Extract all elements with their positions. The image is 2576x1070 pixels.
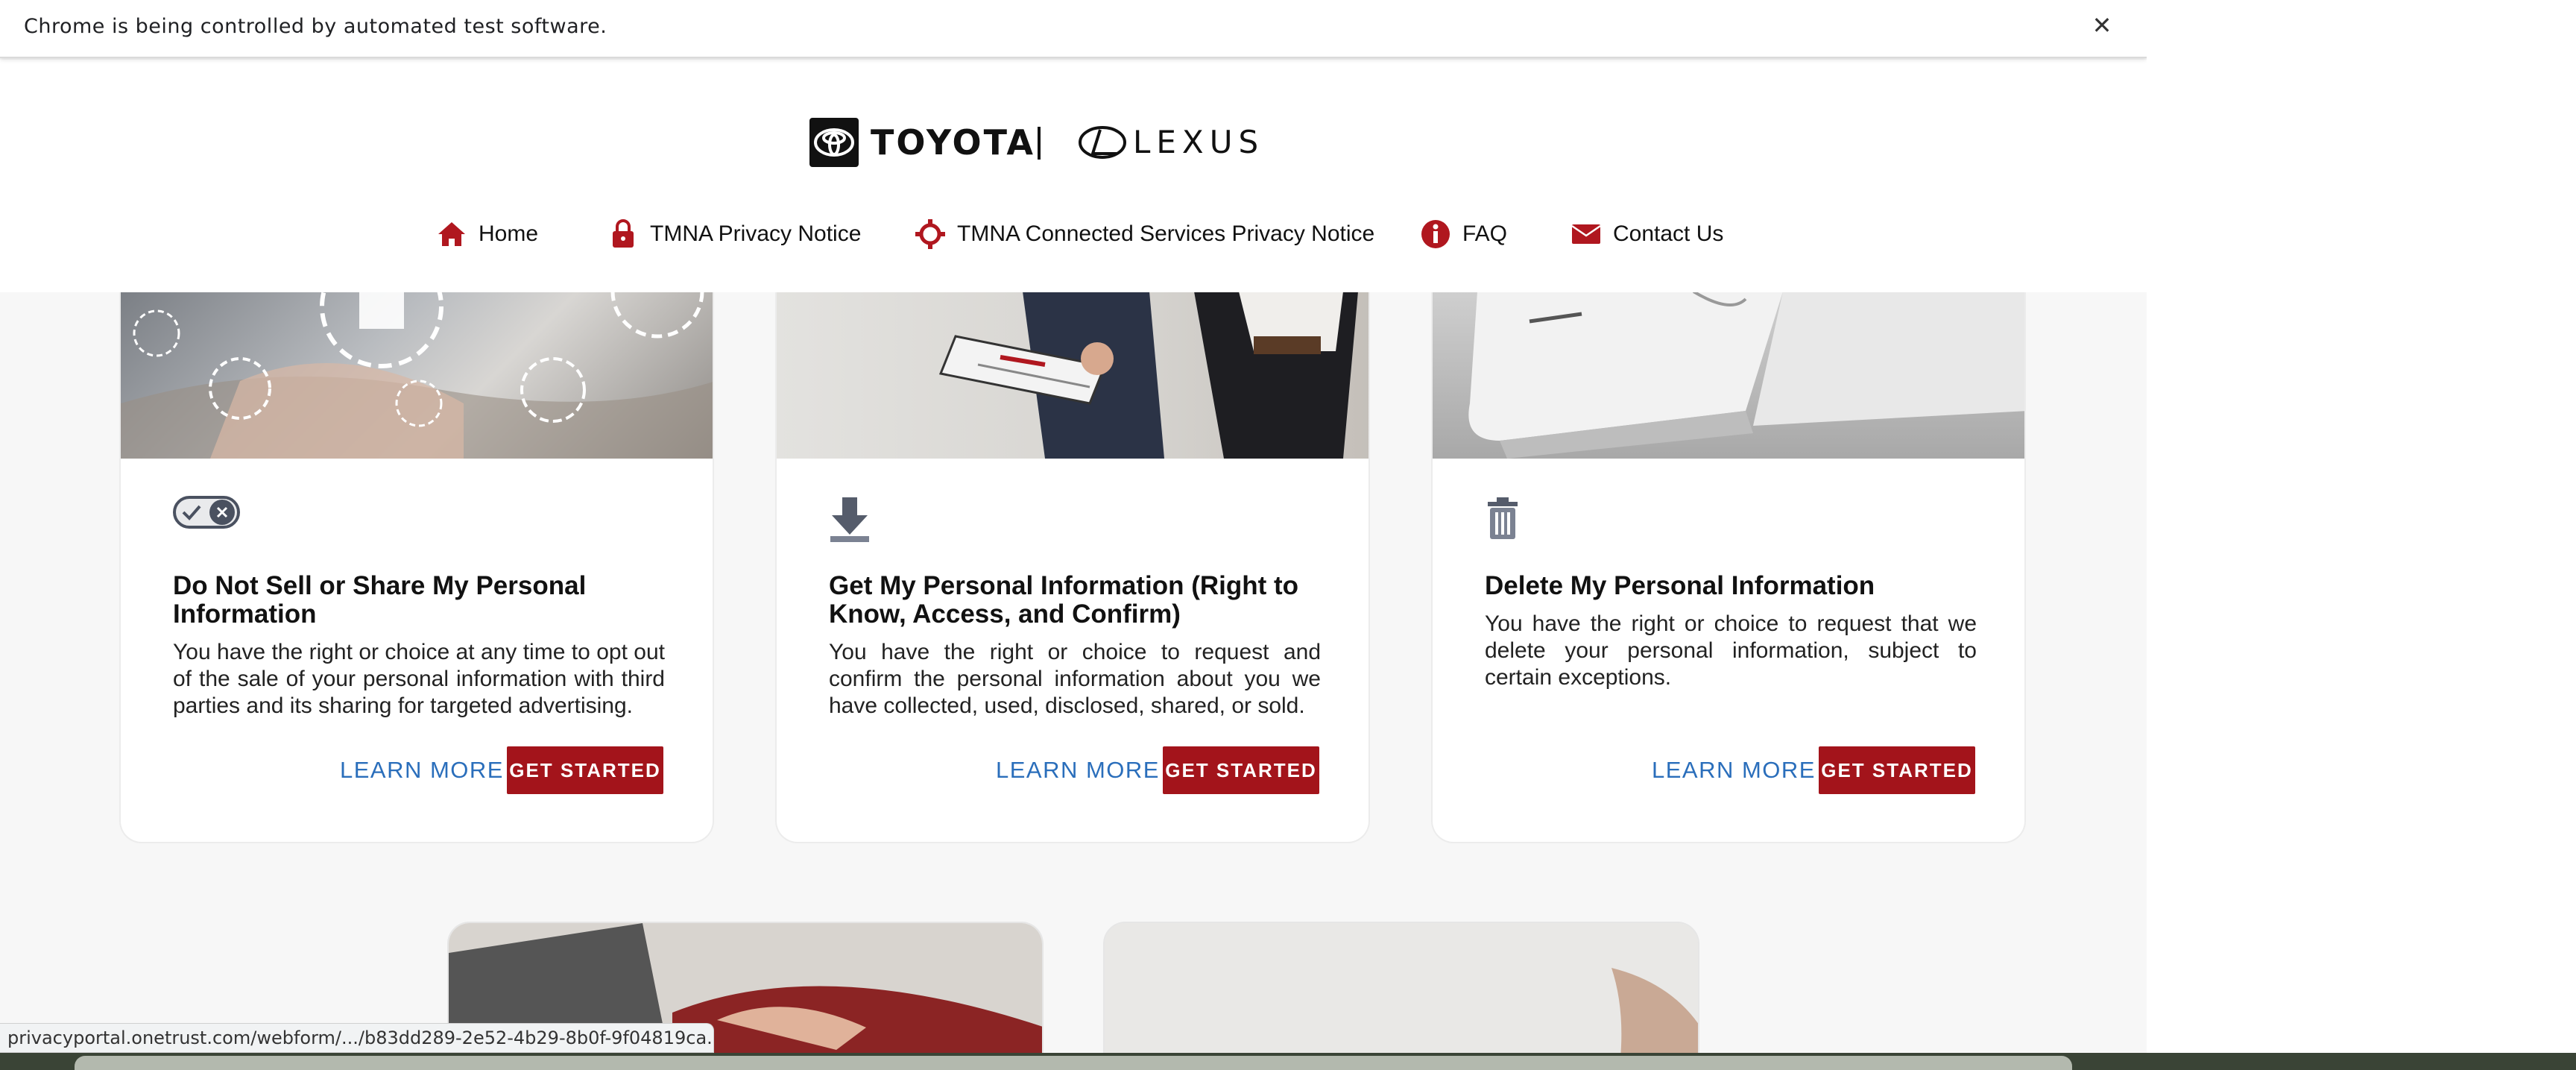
toyota-wordmark: TOYOTA bbox=[871, 122, 1036, 163]
nav-item-tmna-privacy-notice[interactable]: TMNA Privacy Notice bbox=[607, 212, 861, 257]
nav-item-home[interactable]: Home bbox=[435, 212, 538, 257]
card-delete-my-information: Delete My Personal Information You have … bbox=[1431, 292, 2026, 843]
learn-more-link[interactable]: LEARN MORE bbox=[996, 757, 1160, 784]
card-title: Get My Personal Information (Right to Kn… bbox=[829, 571, 1299, 629]
automation-infobar: Chrome is being controlled by automated … bbox=[0, 0, 2147, 58]
lexus-wordmark: LEXUS bbox=[1133, 124, 1265, 160]
desktop-dock bbox=[0, 1053, 2576, 1070]
nav-item-contact-us[interactable]: Contact Us bbox=[1570, 212, 1723, 257]
home-icon bbox=[435, 218, 468, 251]
connected-services-icon bbox=[914, 218, 947, 251]
toggle-icon bbox=[173, 496, 240, 532]
site-header: TOYOTA LEXUS Home TMNA Privacy Notice TM… bbox=[0, 60, 2147, 292]
card-title: Do Not Sell or Share My Personal Informa… bbox=[173, 571, 587, 629]
get-started-button[interactable]: GET STARTED bbox=[1819, 746, 1975, 794]
brand-logos[interactable]: TOYOTA LEXUS bbox=[809, 118, 1279, 170]
lock-icon bbox=[607, 218, 640, 251]
main-content: Do Not Sell or Share My Personal Informa… bbox=[0, 292, 2147, 1053]
nav-item-label: TMNA Privacy Notice bbox=[650, 221, 862, 246]
infobar-message: Chrome is being controlled by automated … bbox=[24, 15, 607, 38]
nav-item-label: Home bbox=[479, 221, 539, 246]
info-icon bbox=[1419, 218, 1452, 251]
status-bar-url: privacyportal.onetrust.com/webform/.../b… bbox=[0, 1023, 714, 1053]
card-title: Delete My Personal Information bbox=[1485, 571, 1875, 600]
browser-window: Chrome is being controlled by automated … bbox=[0, 0, 2147, 1053]
card-get-my-information: Get My Personal Information (Right to Kn… bbox=[775, 292, 1370, 843]
card-hero-image bbox=[121, 292, 713, 459]
card-description: You have the right or choice at any time… bbox=[173, 640, 665, 718]
get-started-button[interactable]: GET STARTED bbox=[507, 746, 663, 794]
logo-divider bbox=[1038, 127, 1041, 160]
learn-more-link[interactable]: LEARN MORE bbox=[1652, 757, 1816, 784]
card-row2-right bbox=[1103, 922, 1699, 1053]
desktop-background bbox=[2147, 0, 2576, 1070]
dock-bar bbox=[75, 1056, 2072, 1070]
download-icon bbox=[829, 496, 871, 547]
card-hero-image bbox=[1433, 292, 2024, 459]
toyota-emblem-icon bbox=[809, 118, 859, 167]
nav-item-label: Contact Us bbox=[1613, 221, 1724, 246]
nav-item-label: TMNA Connected Services Privacy Notice bbox=[957, 221, 1375, 246]
trash-icon bbox=[1485, 496, 1521, 544]
nav-item-connected-services-notice[interactable]: TMNA Connected Services Privacy Notice bbox=[914, 212, 1374, 257]
card-description: You have the right or choice to request … bbox=[1485, 611, 1977, 690]
card-hero-image bbox=[1105, 923, 1698, 1053]
nav-item-label: FAQ bbox=[1462, 221, 1508, 246]
lexus-emblem-icon bbox=[1078, 125, 1127, 160]
get-started-button[interactable]: GET STARTED bbox=[1163, 746, 1319, 794]
envelope-icon bbox=[1570, 218, 1603, 251]
nav-item-faq[interactable]: FAQ bbox=[1419, 212, 1507, 257]
learn-more-link[interactable]: LEARN MORE bbox=[340, 757, 504, 784]
main-nav: Home TMNA Privacy Notice TMNA Connected … bbox=[0, 212, 2147, 257]
card-hero-image bbox=[777, 292, 1368, 459]
card-description: You have the right or choice to request … bbox=[829, 640, 1321, 718]
infobar-close-button[interactable]: ✕ bbox=[2087, 10, 2117, 40]
card-do-not-sell: Do Not Sell or Share My Personal Informa… bbox=[119, 292, 714, 843]
